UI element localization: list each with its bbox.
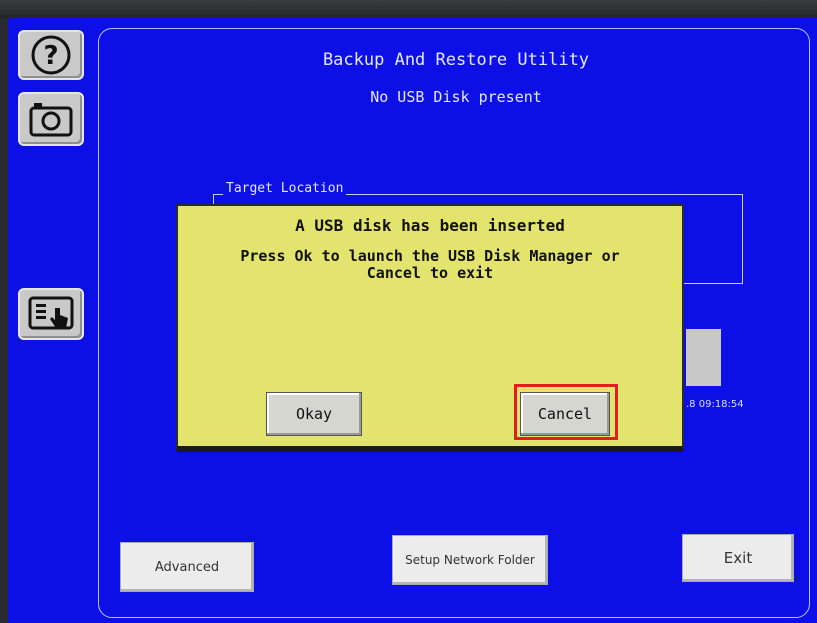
- dialog-message: Press Ok to launch the USB Disk Manager …: [178, 248, 682, 282]
- help-button[interactable]: ?: [18, 30, 84, 80]
- dialog-message-line1: Press Ok to launch the USB Disk Manager …: [240, 247, 620, 265]
- help-icon: ?: [31, 35, 71, 75]
- page-title: Backup And Restore Utility: [322, 50, 590, 70]
- background-button-partial[interactable]: [686, 329, 721, 386]
- timestamp-text: .8 09:18:54: [686, 399, 744, 410]
- dialog-message-line2: Cancel to exit: [366, 264, 494, 282]
- cancel-button-highlight: [514, 384, 618, 440]
- svg-text:?: ?: [43, 41, 58, 71]
- target-location-label: Target Location: [223, 181, 347, 196]
- okay-button[interactable]: Okay: [266, 392, 362, 436]
- setup-network-folder-button[interactable]: Setup Network Folder: [392, 535, 548, 585]
- dialog-title: A USB disk has been inserted: [295, 216, 565, 235]
- monitor-bezel: [0, 0, 817, 18]
- advanced-button[interactable]: Advanced: [120, 542, 254, 592]
- usb-status-text: No USB Disk present: [370, 88, 542, 106]
- screenshot-button[interactable]: [18, 92, 84, 146]
- touch-panel-icon: [28, 296, 74, 330]
- touch-panel-button[interactable]: [18, 288, 84, 340]
- camera-icon: [29, 103, 73, 137]
- exit-button[interactable]: Exit: [682, 534, 794, 582]
